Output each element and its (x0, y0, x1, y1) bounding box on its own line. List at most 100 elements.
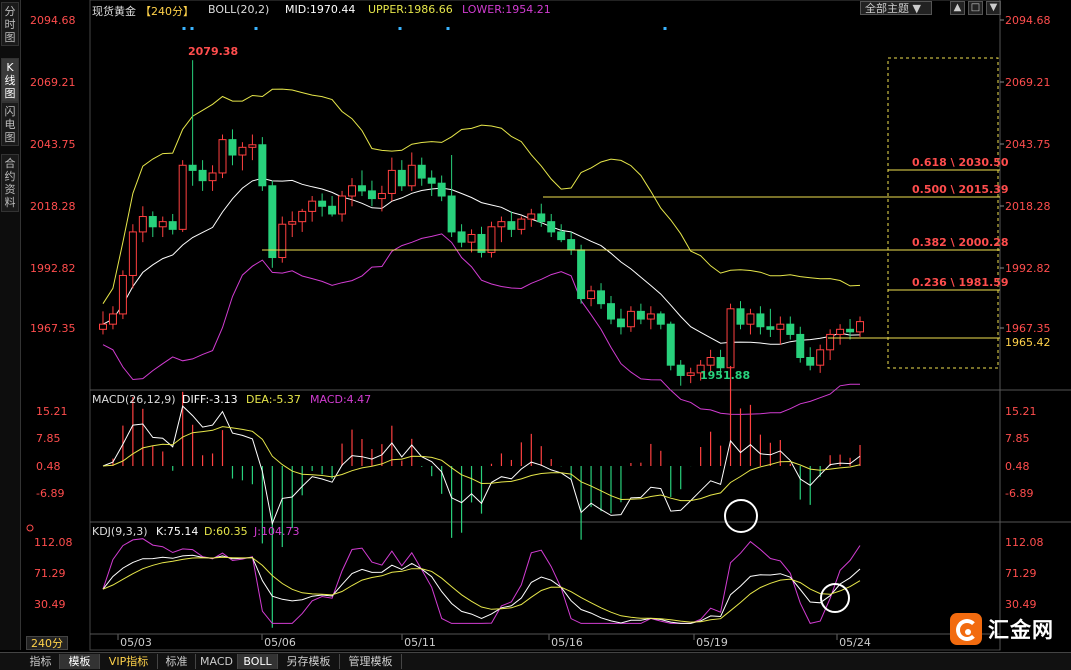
candle-body (427, 177, 436, 184)
candle-body (457, 231, 466, 243)
kdj-axis-label: 112.08 (1005, 536, 1044, 549)
candle-body (278, 223, 287, 259)
period-label[interactable]: 240分 (26, 636, 68, 650)
candle-body (726, 308, 735, 369)
low-annotation: 1951.88 (700, 369, 750, 382)
tab-indicators[interactable]: 指标 (22, 654, 60, 669)
candle-body (198, 169, 207, 182)
kdj-axis-label-left: 30.49 (34, 598, 66, 611)
bottom-toolbar: 指标 模板 VIP指标 标准 MACD BOLL 另存模板 管理模板 (0, 652, 1071, 670)
candle-body (407, 164, 416, 187)
kdj-k-line (102, 554, 861, 624)
candle-body (597, 290, 606, 305)
boll-lower-line (102, 233, 861, 415)
price-axis-label: 2043.75 (1005, 138, 1051, 151)
tab-vip-indicators[interactable]: VIP指标 (100, 654, 158, 669)
settings-icon (26, 524, 34, 532)
signal-marker (254, 27, 258, 30)
tab-manage-template[interactable]: 管理模板 (340, 654, 402, 669)
date-axis-label: 05/19 (696, 636, 728, 649)
kline-chart[interactable]: 2094.68 2094.68 2069.21 2069.21 2043.75 2043.… (0, 0, 1071, 669)
price-axis-label: 1967.35 (1005, 322, 1051, 335)
candle-body (158, 221, 167, 228)
price-axis-label: 1992.82 (1005, 262, 1051, 275)
candle-body (557, 231, 566, 241)
candle-body (756, 313, 765, 328)
fib-level-label: 0.236 \ 1981.59 (912, 276, 1009, 289)
signal-marker (663, 27, 667, 30)
macd-hist-value: MACD:4.47 (310, 393, 372, 406)
candle-body (646, 313, 655, 320)
candle-body (348, 185, 356, 197)
candle-body (507, 221, 516, 230)
boll-mid-line (102, 177, 861, 345)
candle-body (298, 210, 307, 223)
candle-body (636, 310, 645, 320)
candle-body (437, 182, 446, 197)
date-axis-label: 05/06 (264, 636, 296, 649)
candle-body (517, 218, 526, 230)
candle-body (746, 313, 755, 325)
candle-body (487, 226, 496, 253)
candle-body (128, 231, 137, 276)
candle-body (626, 310, 635, 328)
candle-body (806, 356, 815, 366)
macd-diff-value: DIFF:-3.13 (182, 393, 238, 406)
price-axis-label-left: 1992.82 (30, 262, 76, 275)
candle-body (836, 328, 845, 335)
candle-body (607, 303, 615, 320)
candle-body (786, 323, 795, 335)
candle-body (736, 308, 745, 325)
signal-marker (446, 27, 450, 30)
signal-marker (190, 27, 194, 30)
candle-body (308, 200, 317, 212)
candle-body (796, 333, 805, 358)
candle-body (616, 318, 625, 328)
candle-body (178, 164, 187, 230)
kdj-k-value: K:75.14 (156, 525, 199, 538)
candle-body (318, 200, 327, 207)
candle-body (228, 139, 237, 156)
kdj-j-value: J:104.73 (254, 525, 300, 538)
price-axis-label-left: 2018.28 (30, 200, 76, 213)
logo-mark-icon (950, 613, 982, 645)
chart-window: 分时图 K线图 闪电图 合约资料 现货黄金 【240分】 BOLL(20,2) … (0, 0, 1071, 670)
date-axis-label: 05/11 (404, 636, 436, 649)
fib-level-label: 0.382 \ 2000.28 (912, 236, 1009, 249)
tab-save-template[interactable]: 另存模板 (278, 654, 340, 669)
kdj-title: KDJ(9,3,3) (92, 525, 148, 538)
logo-text: 汇金网 (988, 618, 1054, 642)
macd-title: MACD(26,12,9) (92, 393, 176, 406)
price-axis-label-left: 1967.35 (30, 322, 76, 335)
candle-body (447, 195, 456, 233)
price-axis-label: 2069.21 (1005, 76, 1051, 89)
price-axis-label-left: 2043.75 (30, 138, 76, 151)
macd-axis-label-left: 0.48 (36, 460, 61, 473)
candle-body (467, 233, 476, 243)
candle-body (397, 169, 406, 187)
candle-body (686, 372, 695, 376)
macd-axis-label-left: -6.89 (36, 487, 64, 500)
signal-marker (398, 27, 402, 30)
candle-body (567, 239, 576, 251)
fib-level-label: 0.500 \ 2015.39 (912, 183, 1009, 196)
tab-standard[interactable]: 标准 (158, 654, 196, 669)
price-axis-label-left: 2094.68 (30, 14, 76, 27)
candle-body (856, 321, 865, 333)
macd-axis-label: 15.21 (1005, 405, 1037, 418)
tab-templates[interactable]: 模板 (60, 654, 100, 669)
kdj-axis-label: 71.29 (1005, 567, 1037, 580)
kdj-axis-label: 30.49 (1005, 598, 1037, 611)
fib-level-label: 0.618 \ 2030.50 (912, 156, 1009, 169)
tab-boll[interactable]: BOLL (238, 654, 278, 669)
candle-body (148, 216, 157, 228)
date-axis-label: 05/24 (839, 636, 871, 649)
tab-macd[interactable]: MACD (196, 654, 238, 669)
kdj-d-line (102, 556, 861, 623)
candle-body (258, 144, 267, 187)
candle-body (766, 326, 775, 330)
kdj-cross-highlight (820, 583, 850, 613)
macd-axis-label: -6.89 (1005, 487, 1033, 500)
candle-body (527, 213, 536, 220)
macd-cross-highlight (724, 499, 758, 533)
